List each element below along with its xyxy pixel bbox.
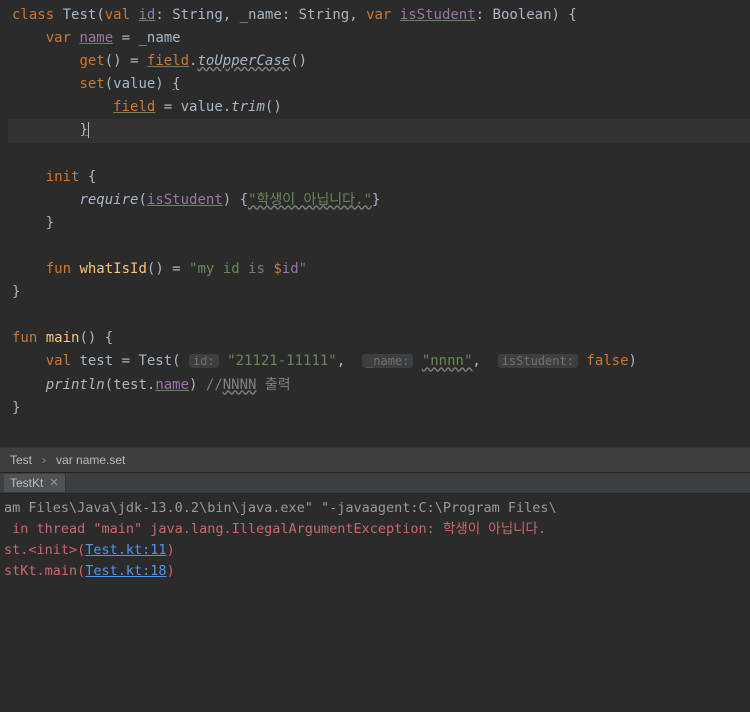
brace: }	[12, 284, 20, 300]
stacktrace-link[interactable]: Test.kt:18	[85, 563, 166, 579]
fn-whatisid: whatIsId	[79, 261, 146, 277]
string-literal: "	[299, 261, 307, 277]
text: (test.	[105, 377, 156, 393]
comment-nnnn: NNNN	[223, 377, 257, 393]
stacktrace-link[interactable]: Test.kt:11	[85, 542, 166, 558]
text: () =	[147, 261, 189, 277]
console-error-line: stKt.main(Test.kt:18)	[4, 561, 750, 582]
console-line: am Files\Java\jdk-13.0.2\bin\java.exe" "…	[4, 498, 750, 519]
string-literal: "nnnn"	[422, 353, 473, 369]
fn-require: require	[79, 192, 138, 208]
text: = _name	[113, 30, 180, 46]
close-icon[interactable]: ✕	[49, 476, 58, 489]
kw-var: var	[366, 7, 391, 23]
param-hint-name: _name:	[362, 354, 413, 368]
prop-id: id	[138, 7, 155, 23]
kw-val: val	[46, 353, 71, 369]
ref-name: name	[155, 377, 189, 393]
prop-isstudent: isStudent	[400, 7, 476, 23]
text: () {	[79, 330, 113, 346]
text: ,	[472, 353, 497, 369]
run-console[interactable]: am Files\Java\jdk-13.0.2\bin\java.exe" "…	[0, 494, 750, 586]
string-literal: "학생이 아닙니다."	[248, 192, 372, 208]
method-touppercase: toUpperCase	[197, 53, 290, 69]
text: = value.	[155, 99, 231, 115]
brace: {	[172, 76, 180, 92]
fn-println: println	[46, 377, 105, 393]
brace: }	[46, 215, 54, 231]
chevron-right-icon: ›	[42, 453, 46, 467]
kw-class: class	[12, 7, 54, 23]
string-literal: "21121-11111"	[227, 353, 337, 369]
tab-testkt[interactable]: TestKt ✕	[4, 474, 66, 492]
kw-var: var	[46, 30, 71, 46]
text: )	[167, 563, 175, 579]
tab-label: TestKt	[10, 476, 43, 490]
text: ) {	[223, 192, 248, 208]
prop-name: name	[79, 30, 113, 46]
dollar: $	[273, 261, 281, 277]
console-error-line: in thread "main" java.lang.IllegalArgume…	[4, 519, 750, 540]
brace: }	[12, 400, 20, 416]
run-tabbar: TestKt ✕	[0, 472, 750, 494]
text: )	[629, 353, 637, 369]
kw-get: get	[79, 53, 104, 69]
string-literal: "my id is	[189, 261, 273, 277]
breadcrumb-item[interactable]: Test	[10, 453, 32, 467]
text-cursor	[88, 122, 89, 138]
text: )	[189, 377, 206, 393]
text: (value)	[105, 76, 172, 92]
kw-field: field	[113, 99, 155, 115]
method-trim: trim	[231, 99, 265, 115]
text: st.<init>(	[4, 542, 85, 558]
comment-tail: 출력	[256, 377, 290, 393]
text: }	[372, 192, 380, 208]
text: stKt.main(	[4, 563, 85, 579]
ref-isstudent: isStudent	[147, 192, 223, 208]
text: )	[167, 542, 175, 558]
ref-id: id	[282, 261, 299, 277]
kw-field: field	[147, 53, 189, 69]
breadcrumb[interactable]: Test › var name.set	[0, 447, 750, 472]
text: (	[138, 192, 146, 208]
text: ,	[337, 353, 362, 369]
fn-main: main	[46, 330, 80, 346]
text: {	[79, 169, 96, 185]
param-hint-id: id:	[189, 354, 219, 368]
text: (	[96, 7, 104, 23]
kw-init: init	[46, 169, 80, 185]
text: () =	[105, 53, 147, 69]
comment: //	[206, 377, 223, 393]
kw-false: false	[586, 353, 628, 369]
breadcrumb-item[interactable]: var name.set	[56, 453, 125, 467]
text: ()	[290, 53, 307, 69]
param-hint-isstudent: isStudent:	[498, 354, 578, 368]
kw-fun: fun	[12, 330, 37, 346]
text: ()	[265, 99, 282, 115]
console-error-line: st.<init>(Test.kt:11)	[4, 540, 750, 561]
kw-fun: fun	[46, 261, 71, 277]
text: test = Test(	[71, 353, 189, 369]
brace: }	[79, 122, 87, 138]
text: : String, _name: String,	[155, 7, 366, 23]
class-name: Test	[63, 7, 97, 23]
kw-set: set	[79, 76, 104, 92]
kw-val: val	[105, 7, 130, 23]
text: : Boolean) {	[476, 7, 577, 23]
code-editor[interactable]: class Test(val id: String, _name: String…	[0, 0, 750, 447]
